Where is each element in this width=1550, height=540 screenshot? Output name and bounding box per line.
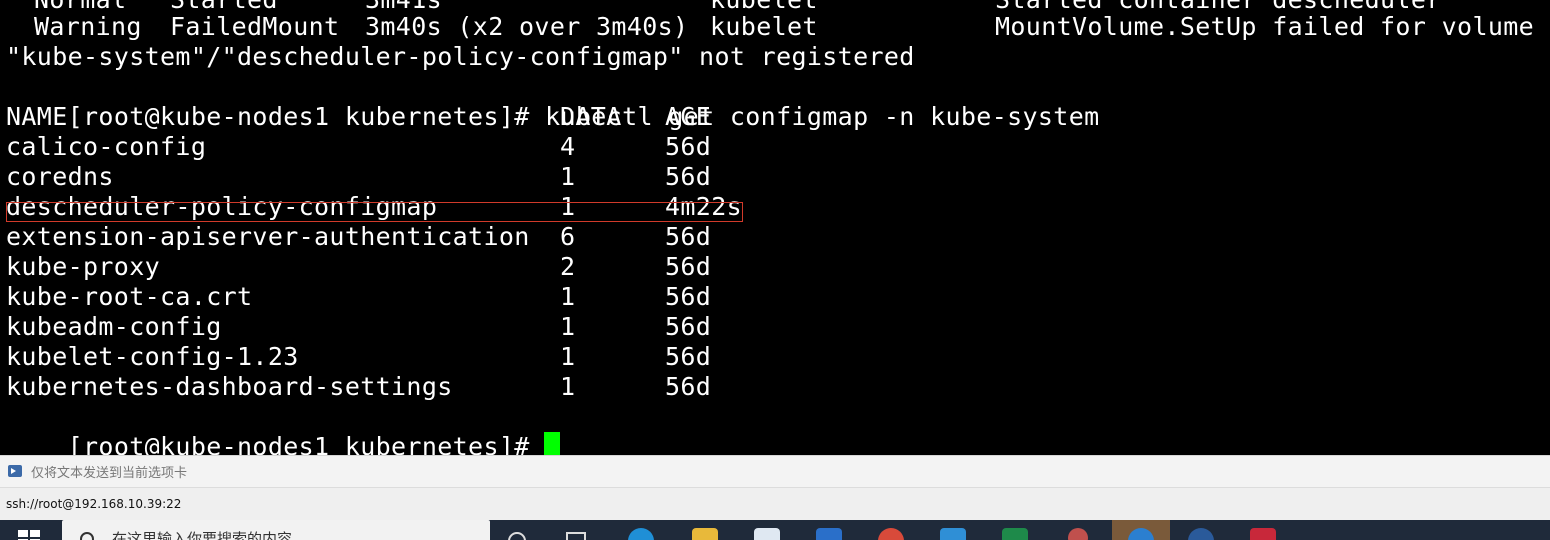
shell-prompt: [root@kube-nodes1 kubernetes]# [67, 432, 530, 455]
row-age: 56d [665, 222, 712, 251]
table-row: kubelet-config-1.23 1 56d [6, 342, 711, 372]
terminal-area[interactable]: Normal Started 3m41s kubelet Started con… [0, 0, 1550, 455]
windows-taskbar: 在这里输入你要搜索的内容 [0, 520, 1550, 540]
search-icon [80, 532, 94, 540]
store-icon[interactable] [754, 528, 780, 540]
row-data: 1 [560, 282, 576, 311]
table-row: kubeadm-config 1 56d [6, 312, 711, 342]
xshell-icon [1128, 528, 1154, 540]
file-explorer-small-icon[interactable] [566, 532, 586, 540]
row-data: 1 [560, 342, 576, 371]
row-data: 1 [560, 312, 576, 341]
row-data: 2 [560, 252, 576, 281]
network-app-icon[interactable] [1188, 528, 1214, 540]
row-name: extension-apiserver-authentication [6, 222, 530, 251]
excel-icon[interactable] [1002, 528, 1028, 540]
red-app-icon[interactable] [1250, 528, 1276, 540]
windows-start-icon[interactable] [18, 530, 40, 540]
row-age: 56d [665, 162, 712, 191]
row-name: kube-proxy [6, 252, 161, 281]
mail-icon[interactable] [816, 528, 842, 540]
shell-prompt: [root@kube-nodes1 kubernetes]# [67, 102, 530, 131]
status-bar: ssh://root@192.168.10.39:22 [0, 487, 1550, 521]
row-name: kubelet-config-1.23 [6, 342, 299, 371]
send-to-tab-bar[interactable]: 仅将文本发送到当前选项卡 [0, 455, 1550, 488]
row-name: kubeadm-config [6, 312, 222, 341]
table-header: NAME DATA AGE [6, 102, 711, 132]
highlight-box [6, 202, 743, 222]
text-cursor [543, 432, 560, 455]
vscode-icon[interactable] [940, 528, 966, 540]
terminal-send-icon [8, 465, 22, 477]
event-reason: FailedMount [170, 12, 340, 41]
row-age: 56d [665, 312, 712, 341]
table-row: coredns 1 56d [6, 162, 711, 192]
row-data: 6 [560, 222, 576, 251]
send-to-tab-label: 仅将文本发送到当前选项卡 [31, 466, 188, 481]
row-name: kube-root-ca.crt [6, 282, 253, 311]
command-line: [root@kube-nodes1 kubernetes]# kubectl g… [6, 72, 1100, 131]
event-from: kubelet [710, 12, 818, 41]
edge-browser-icon[interactable] [628, 528, 654, 540]
row-age: 56d [665, 342, 712, 371]
event-age: 3m40s (x2 over 3m40s) [365, 12, 689, 41]
taskbar-search-placeholder: 在这里输入你要搜索的内容 [112, 530, 293, 540]
wrapped-message-line: "kube-system"/"descheduler-policy-config… [6, 42, 915, 71]
row-name: kubernetes-dashboard-settings [6, 372, 453, 401]
row-age: 56d [665, 132, 712, 161]
event-message: MountVolume.SetUp failed for volume " [995, 12, 1550, 41]
header-name: NAME [6, 102, 68, 131]
table-row: kube-root-ca.crt 1 56d [6, 282, 711, 312]
row-data: 1 [560, 162, 576, 191]
table-row: kube-proxy 2 56d [6, 252, 711, 282]
prompt-line[interactable]: [root@kube-nodes1 kubernetes]# [6, 402, 560, 455]
header-age: AGE [665, 102, 712, 131]
event-line: Warning FailedMount 3m40s (x2 over 3m40s… [6, 12, 1550, 42]
row-age: 56d [665, 252, 712, 281]
taskbar-search-box[interactable]: 在这里输入你要搜索的内容 [62, 520, 490, 540]
row-name: coredns [6, 162, 114, 191]
event-type: Warning [34, 12, 142, 41]
row-age: 56d [665, 282, 712, 311]
row-age: 56d [665, 372, 712, 401]
row-data: 4 [560, 132, 576, 161]
app-icon[interactable] [1068, 528, 1088, 540]
task-view-icon[interactable] [508, 532, 526, 540]
header-data: DATA [560, 102, 622, 131]
active-app-highlight[interactable] [1112, 520, 1170, 540]
table-row: extension-apiserver-authentication 6 56d [6, 222, 711, 252]
shell-command: kubectl get configmap -n kube-system [545, 102, 1100, 131]
table-row: kubernetes-dashboard-settings 1 56d [6, 372, 711, 402]
folder-icon[interactable] [692, 528, 718, 540]
connection-address: ssh://root@192.168.10.39:22 [6, 497, 182, 511]
chrome-icon[interactable] [878, 528, 904, 540]
table-row: calico-config 4 56d [6, 132, 711, 162]
row-data: 1 [560, 372, 576, 401]
row-name: calico-config [6, 132, 207, 161]
